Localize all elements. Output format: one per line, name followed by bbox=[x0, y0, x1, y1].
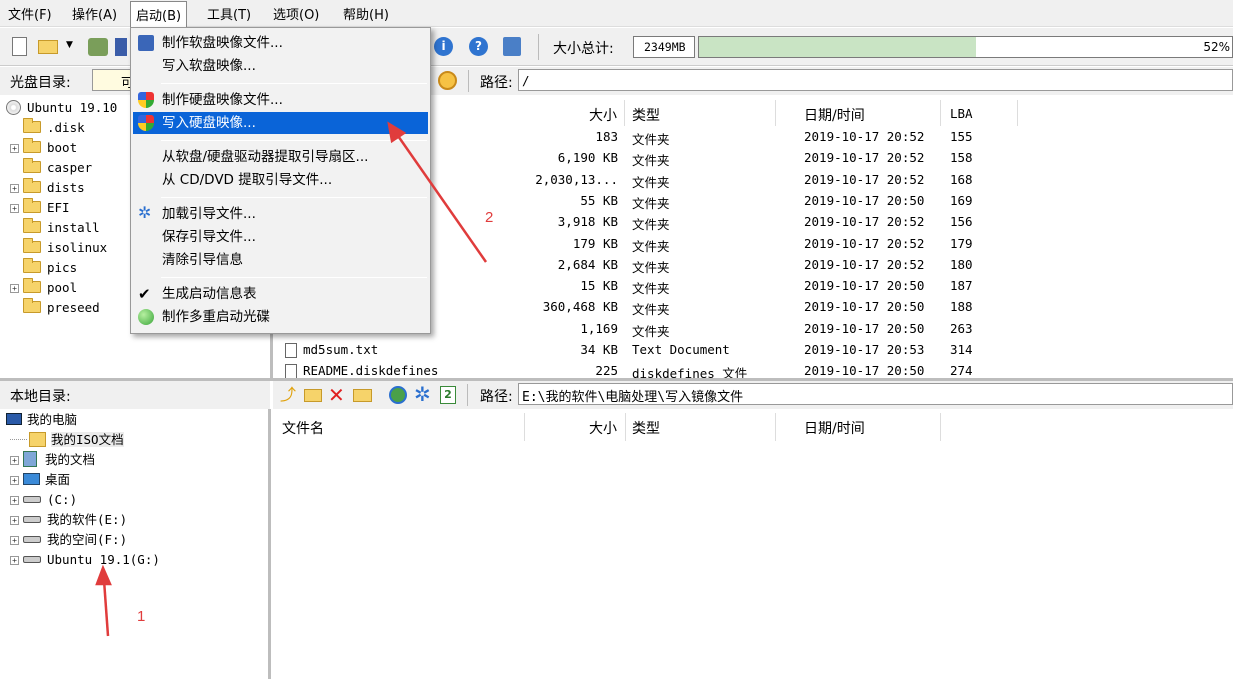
annotation-label-2: 2 bbox=[485, 209, 493, 226]
annotation-arrowhead-1 bbox=[95, 564, 112, 586]
annotation-label-1: 1 bbox=[137, 608, 145, 625]
annotation-arrow-1 bbox=[102, 579, 110, 637]
annotation-arrowhead-2 bbox=[387, 121, 407, 144]
annotation-overlay: 2 1 bbox=[95, 121, 493, 637]
annotation-arrow-2 bbox=[394, 132, 488, 263]
